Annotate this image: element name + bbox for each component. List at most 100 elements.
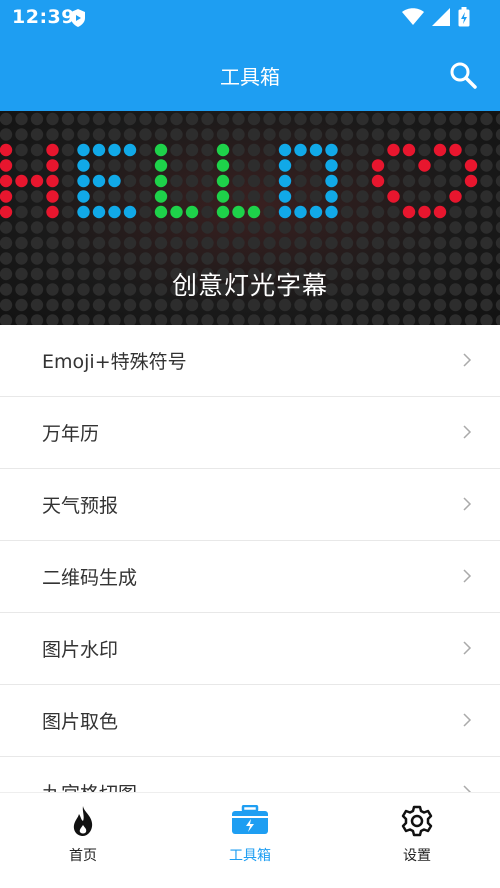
led-dot-lit bbox=[325, 205, 338, 219]
led-dot bbox=[371, 190, 385, 203]
led-dot bbox=[402, 190, 416, 203]
led-dot-lit bbox=[433, 143, 447, 157]
led-dot bbox=[123, 236, 137, 250]
list-item-watermark[interactable]: 图片水印 bbox=[0, 613, 500, 685]
led-dot-lit bbox=[154, 174, 168, 188]
led-dot bbox=[108, 314, 121, 325]
tab-settings[interactable]: 设置 bbox=[347, 793, 487, 888]
led-dot bbox=[92, 112, 106, 126]
led-dot bbox=[278, 128, 292, 141]
led-dot bbox=[0, 221, 13, 234]
led-dot bbox=[30, 252, 44, 265]
led-dot bbox=[356, 236, 369, 250]
signal-icon bbox=[432, 8, 450, 30]
led-dot bbox=[480, 174, 493, 188]
led-dot-lit bbox=[108, 205, 121, 219]
led-dot-lit bbox=[232, 205, 245, 219]
led-dot-lit bbox=[325, 143, 338, 157]
list-item-weather[interactable]: 天气预报 bbox=[0, 469, 500, 541]
led-dot bbox=[154, 236, 168, 250]
led-dot bbox=[247, 221, 261, 234]
led-dot-lit bbox=[294, 143, 307, 157]
led-dot bbox=[185, 236, 199, 250]
list-item-color-picker[interactable]: 图片取色 bbox=[0, 685, 500, 757]
led-dot-lit bbox=[464, 159, 478, 172]
led-dot bbox=[46, 236, 59, 250]
led-dot bbox=[232, 314, 245, 325]
led-dot bbox=[15, 112, 28, 126]
led-dot bbox=[170, 143, 183, 157]
led-dot bbox=[433, 314, 447, 325]
led-dot bbox=[356, 190, 369, 203]
led-dot bbox=[480, 314, 493, 325]
led-dot bbox=[92, 159, 106, 172]
led-dot bbox=[123, 159, 137, 172]
led-dot bbox=[309, 221, 323, 234]
led-dot bbox=[154, 252, 168, 265]
led-dot-lit bbox=[418, 205, 431, 219]
led-dot bbox=[309, 112, 323, 126]
led-dot bbox=[309, 174, 323, 188]
led-dot bbox=[340, 236, 354, 250]
led-dot bbox=[201, 143, 214, 157]
led-dot bbox=[433, 190, 447, 203]
led-dot bbox=[108, 128, 121, 141]
led-dot-lit bbox=[371, 174, 385, 188]
led-dot bbox=[356, 252, 369, 265]
led-dot bbox=[340, 159, 354, 172]
led-dot bbox=[46, 112, 59, 126]
tab-toolbox[interactable]: 工具箱 bbox=[180, 793, 320, 888]
led-dot bbox=[108, 159, 121, 172]
led-dot bbox=[356, 221, 369, 234]
gear-icon bbox=[401, 805, 433, 841]
led-dot bbox=[294, 314, 307, 325]
led-dot bbox=[371, 236, 385, 250]
led-dot bbox=[294, 190, 307, 203]
led-dot bbox=[278, 252, 292, 265]
list-item-label: 天气预报 bbox=[42, 495, 119, 517]
led-dot bbox=[232, 252, 245, 265]
led-dot bbox=[387, 112, 400, 126]
list-item-grid-cut[interactable]: 九宫格切图 bbox=[0, 757, 500, 792]
led-dot bbox=[495, 190, 500, 203]
led-dot bbox=[247, 143, 261, 157]
led-dot bbox=[433, 159, 447, 172]
led-dot bbox=[154, 314, 168, 325]
led-dot bbox=[294, 128, 307, 141]
led-dot bbox=[123, 252, 137, 265]
led-dot bbox=[15, 159, 28, 172]
led-dot bbox=[449, 221, 462, 234]
led-dot bbox=[154, 221, 168, 234]
led-dot bbox=[340, 205, 354, 219]
led-dot bbox=[418, 128, 431, 141]
list-item-calendar[interactable]: 万年历 bbox=[0, 397, 500, 469]
led-banner[interactable]: 创意灯光字幕 bbox=[0, 111, 500, 325]
led-dot bbox=[15, 236, 28, 250]
led-dot-lit bbox=[92, 174, 106, 188]
led-dot bbox=[387, 159, 400, 172]
led-dot bbox=[309, 190, 323, 203]
led-dot bbox=[402, 252, 416, 265]
led-dot-lit bbox=[325, 174, 338, 188]
led-dot-lit bbox=[433, 205, 447, 219]
led-dot-lit bbox=[216, 174, 230, 188]
led-dot bbox=[123, 174, 137, 188]
led-dot bbox=[480, 205, 493, 219]
led-dot bbox=[61, 314, 75, 325]
led-dot bbox=[371, 143, 385, 157]
led-dot bbox=[495, 113, 500, 125]
led-dot bbox=[139, 174, 152, 188]
led-dot bbox=[170, 174, 183, 188]
list-item-qrcode[interactable]: 二维码生成 bbox=[0, 541, 500, 613]
tab-home[interactable]: 首页 bbox=[13, 793, 153, 888]
led-dot bbox=[294, 236, 307, 250]
list-item-emoji[interactable]: Emoji+特殊符号 bbox=[0, 325, 500, 397]
led-dot-lit bbox=[216, 190, 230, 203]
search-icon[interactable] bbox=[448, 60, 478, 90]
led-dot-lit bbox=[294, 205, 307, 219]
led-dot bbox=[402, 112, 416, 126]
led-dot bbox=[263, 205, 276, 219]
led-dot bbox=[108, 236, 121, 250]
led-dot bbox=[495, 237, 500, 249]
led-dot bbox=[170, 314, 183, 325]
